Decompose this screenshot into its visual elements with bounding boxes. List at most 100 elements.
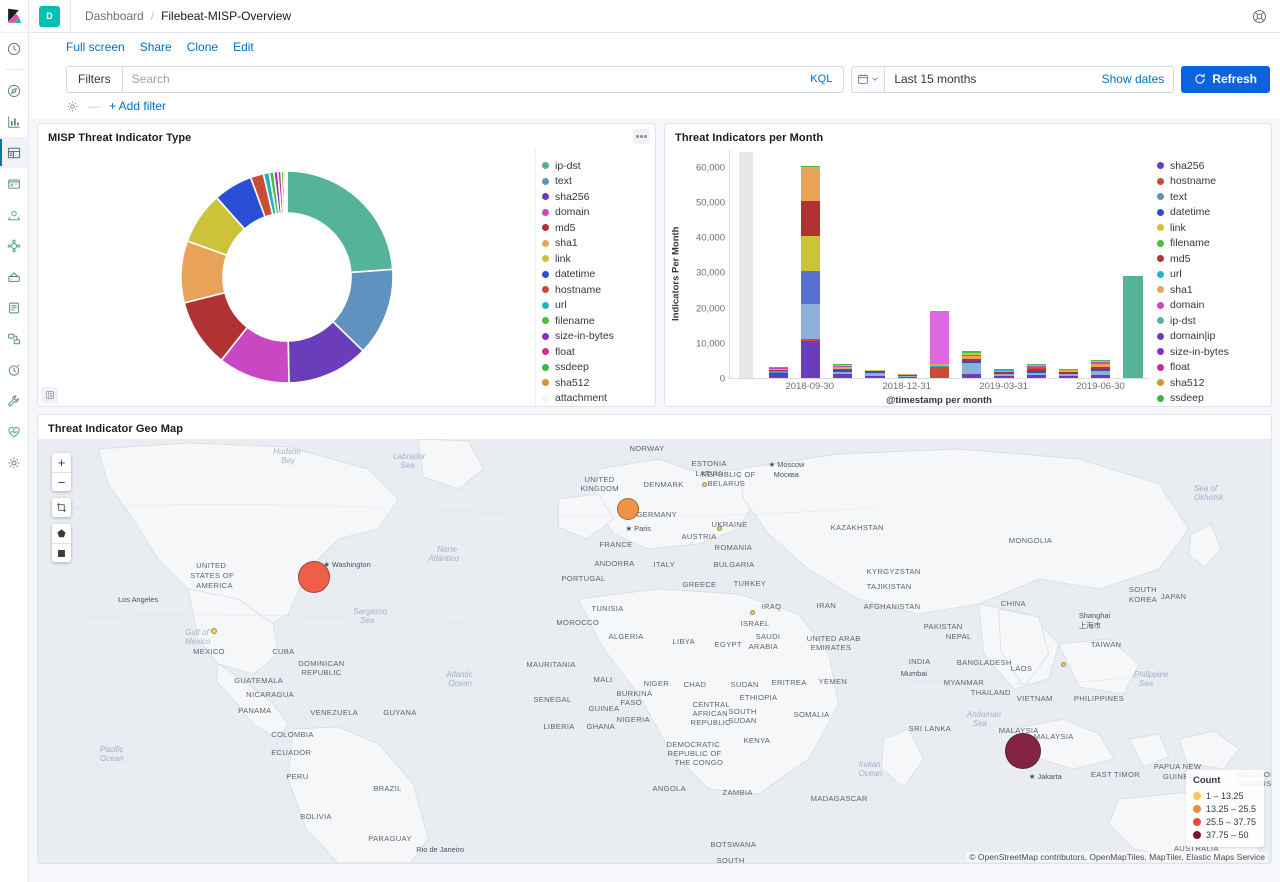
bar-segment[interactable]	[801, 271, 820, 304]
query-language-button[interactable]: KQL	[799, 73, 843, 85]
stacked-bar[interactable]	[801, 166, 820, 378]
dashboard-app-chip[interactable]: D	[39, 6, 60, 27]
kibana-logo[interactable]	[0, 0, 29, 33]
bar-segment[interactable]	[962, 374, 981, 378]
stacked-bar[interactable]	[1123, 276, 1142, 378]
bar-segment[interactable]	[930, 367, 949, 378]
bar-group[interactable]	[762, 150, 794, 378]
bar-group[interactable]	[1020, 150, 1052, 378]
bar-segment[interactable]	[1123, 276, 1142, 378]
bar-segment[interactable]	[801, 304, 820, 339]
legend-item[interactable]: ip-dst	[1157, 313, 1271, 329]
sidebar-item-canvas[interactable]	[0, 168, 29, 199]
add-filter-button[interactable]: + Add filter	[109, 99, 166, 113]
sidebar-item-dev-tools[interactable]	[0, 385, 29, 416]
legend-item[interactable]: md5	[542, 220, 655, 236]
legend-item[interactable]: attachment	[542, 391, 655, 407]
legend-toggle-icon[interactable]	[41, 387, 58, 403]
sidebar-item-machine-learning[interactable]	[0, 230, 29, 261]
bar-segment[interactable]	[898, 377, 917, 378]
bar-segment[interactable]	[801, 341, 820, 378]
breadcrumb-dashboard[interactable]: Dashboard	[85, 9, 144, 23]
sidebar-item-infrastructure[interactable]	[0, 261, 29, 292]
stacked-bar[interactable]	[1027, 364, 1046, 378]
sidebar-item-visualize[interactable]	[0, 106, 29, 137]
refresh-button[interactable]: Refresh	[1181, 66, 1270, 93]
gear-icon[interactable]	[66, 100, 79, 113]
bar-segment[interactable]	[833, 374, 852, 378]
bar-segment[interactable]	[801, 167, 820, 200]
bar-group[interactable]	[1117, 150, 1149, 378]
bar-ghost[interactable]	[739, 152, 753, 378]
legend-item[interactable]: link	[542, 251, 655, 267]
sidebar-item-management[interactable]	[0, 447, 29, 478]
share-button[interactable]: Share	[140, 40, 172, 54]
map-canvas[interactable]: NORWAY ESTONIA LATVIA DENMARK UNITED KIN…	[38, 439, 1271, 863]
bar-segment[interactable]	[962, 363, 981, 374]
bar-segment[interactable]	[769, 375, 788, 378]
bar-group[interactable]	[730, 150, 762, 378]
legend-item[interactable]: url	[1157, 267, 1271, 283]
bar-chart[interactable]: Indicators Per Month 010,00020,00030,000…	[665, 148, 1151, 406]
legend-item[interactable]: md5	[1157, 251, 1271, 267]
stacked-bar[interactable]	[898, 373, 917, 378]
bar-group[interactable]	[827, 150, 859, 378]
donut-slice[interactable]	[287, 171, 393, 272]
sidebar-item-logs[interactable]	[0, 292, 29, 323]
bar-segment[interactable]	[1059, 376, 1078, 378]
bar-group[interactable]	[891, 150, 923, 378]
bar-group[interactable]	[859, 150, 891, 378]
legend-item[interactable]: domain	[542, 205, 655, 221]
stacked-bar[interactable]	[994, 369, 1013, 378]
legend-item[interactable]: sha512	[542, 375, 655, 391]
legend-item[interactable]: sha1	[1157, 282, 1271, 298]
legend-item[interactable]: float	[1157, 360, 1271, 376]
stacked-bar[interactable]	[1059, 369, 1078, 378]
calendar-icon[interactable]	[851, 66, 884, 93]
sidebar-item-maps[interactable]	[0, 199, 29, 230]
marker-small-europe[interactable]	[702, 482, 707, 487]
bar-legend[interactable]: sha256hostnametextdatetimelinkfilenamemd…	[1151, 148, 1271, 406]
legend-item[interactable]: filename	[542, 313, 655, 329]
sidebar-item-apm[interactable]	[0, 323, 29, 354]
marker-germany[interactable]	[617, 498, 639, 520]
bar-group[interactable]	[1085, 150, 1117, 378]
legend-item[interactable]: ip-dst	[542, 158, 655, 174]
clone-button[interactable]: Clone	[187, 40, 218, 54]
bar-group[interactable]	[1052, 150, 1084, 378]
marker-small-france[interactable]	[717, 526, 722, 531]
search-input[interactable]	[123, 67, 800, 92]
legend-item[interactable]: size-in-bytes	[1157, 344, 1271, 360]
legend-item[interactable]: domain|ip	[1157, 329, 1271, 345]
bar-segment[interactable]	[994, 376, 1013, 378]
legend-item[interactable]: datetime	[542, 267, 655, 283]
legend-item[interactable]: link	[1157, 220, 1271, 236]
donut-slice[interactable]	[285, 171, 286, 213]
sidebar-item-uptime[interactable]	[0, 354, 29, 385]
zoom-out-button[interactable]: −	[52, 472, 71, 491]
bar-group[interactable]	[794, 150, 826, 378]
help-lifebuoy-icon[interactable]	[1246, 3, 1272, 29]
legend-item[interactable]: ssdeep	[542, 360, 655, 376]
bar-segment[interactable]	[930, 311, 949, 364]
panel-menu-icon[interactable]	[633, 129, 650, 144]
legend-item[interactable]: hostname	[542, 282, 655, 298]
pie-legend[interactable]: ip-dsttextsha256domainmd5sha1linkdatetim…	[535, 148, 655, 406]
stacked-bar[interactable]	[865, 370, 884, 378]
bar-segment[interactable]	[1091, 375, 1110, 379]
legend-item[interactable]: hostname	[1157, 174, 1271, 190]
legend-item[interactable]: sha256	[1157, 158, 1271, 174]
filters-label[interactable]: Filters	[67, 67, 123, 92]
legend-item[interactable]: sha256	[542, 189, 655, 205]
stacked-bar[interactable]	[1091, 360, 1110, 378]
bar-segment[interactable]	[1027, 375, 1046, 378]
legend-item[interactable]: sha1	[542, 236, 655, 252]
stacked-bar[interactable]	[962, 351, 981, 378]
marker-small-india[interactable]	[1061, 662, 1066, 667]
bar-segment[interactable]	[865, 376, 884, 378]
stacked-bar[interactable]	[930, 311, 949, 378]
legend-item[interactable]: url	[542, 298, 655, 314]
legend-item[interactable]: text	[542, 174, 655, 190]
marker-small-us-west[interactable]	[211, 628, 217, 634]
sidebar-item-recently-viewed[interactable]	[0, 33, 29, 64]
